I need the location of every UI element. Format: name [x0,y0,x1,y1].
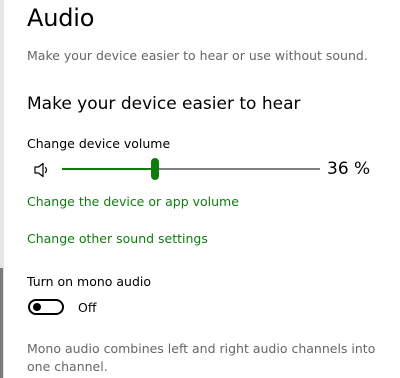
mono-audio-toggle[interactable] [28,299,64,315]
left-edge-indicator [0,268,3,378]
volume-slider[interactable] [62,158,320,182]
section-heading: Make your device easier to hear [27,94,301,114]
volume-label: Change device volume [27,136,171,151]
mono-audio-toggle-knob [33,303,41,311]
mono-audio-description: Mono audio combines left and right audio… [27,341,376,374]
mono-audio-toggle-state: Off [78,300,97,315]
volume-slider-thumb[interactable] [150,158,159,180]
speaker-icon[interactable] [33,161,53,179]
page-subtitle: Make your device easier to hear or use w… [27,48,368,63]
change-other-sound-settings-link[interactable]: Change other sound settings [27,231,208,246]
volume-slider-fill [62,168,155,170]
mono-audio-label: Turn on mono audio [27,274,152,289]
page-title: Audio [27,4,95,32]
volume-value: 36 % [327,159,371,179]
change-device-or-app-volume-link[interactable]: Change the device or app volume [27,194,239,209]
